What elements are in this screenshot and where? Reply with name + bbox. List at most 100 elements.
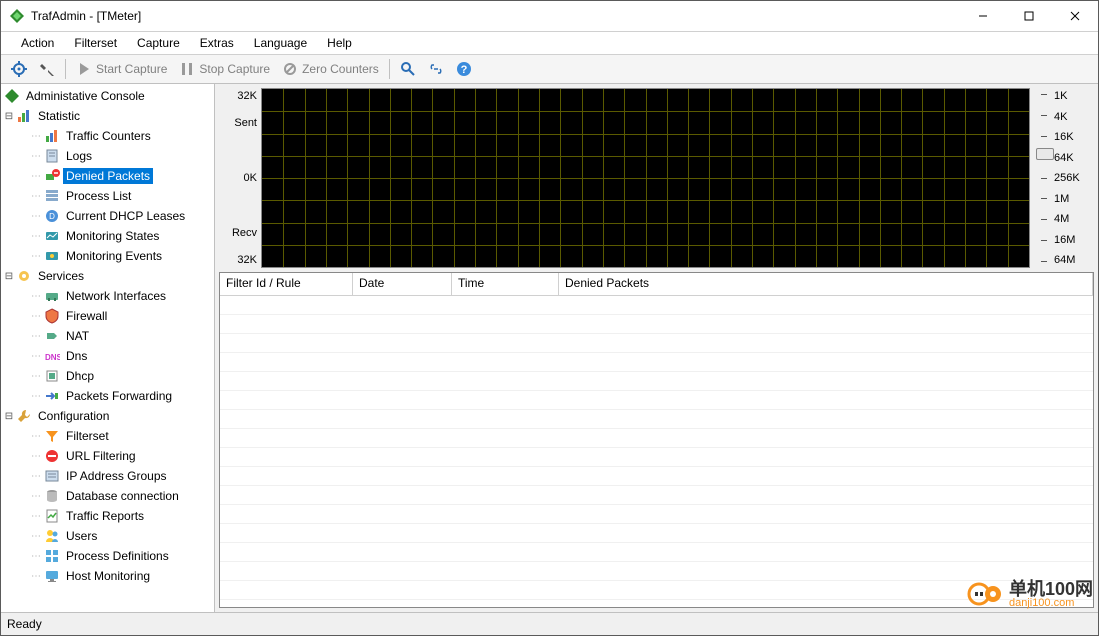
col-time[interactable]: Time — [452, 273, 559, 295]
tree-root[interactable]: Administative Console — [1, 86, 214, 106]
menu-help[interactable]: Help — [317, 34, 362, 52]
tree-item[interactable]: ⋯Process Definitions — [1, 546, 214, 566]
table-row[interactable] — [220, 334, 1093, 353]
tree-line: ⋯ — [29, 331, 43, 342]
menu-extras[interactable]: Extras — [190, 34, 244, 52]
menu-capture[interactable]: Capture — [127, 34, 190, 52]
app-icon — [9, 8, 25, 24]
tree-item-label: Denied Packets — [63, 168, 153, 184]
svg-text:?: ? — [460, 64, 467, 76]
tree-line: ⋯ — [29, 491, 43, 502]
table-row[interactable] — [220, 372, 1093, 391]
stop-capture-label: Stop Capture — [199, 62, 270, 76]
table-row[interactable] — [220, 315, 1093, 334]
tree-item-icon — [44, 548, 60, 564]
table-row[interactable] — [220, 467, 1093, 486]
link-button[interactable] — [424, 59, 448, 79]
collapse-icon[interactable]: ⊟ — [3, 111, 15, 122]
tree-configuration-label: Configuration — [35, 408, 112, 424]
table-row[interactable] — [220, 543, 1093, 562]
collapse-icon[interactable]: ⊟ — [3, 271, 15, 282]
maximize-button[interactable] — [1006, 1, 1052, 31]
tree-item[interactable]: ⋯Traffic Counters — [1, 126, 214, 146]
col-denied-packets[interactable]: Denied Packets — [559, 273, 1093, 295]
table-row[interactable] — [220, 581, 1093, 600]
stop-capture-button[interactable]: Stop Capture — [175, 59, 274, 79]
chart-area: 32K Sent 0K Recv 32K 1K4K16K64K256K1M4M — [219, 88, 1094, 268]
traffic-chart: 32K Sent 0K Recv 32K — [219, 88, 1030, 268]
tree-item-icon — [44, 328, 60, 344]
table-row[interactable] — [220, 353, 1093, 372]
tree-item[interactable]: ⋯Monitoring States — [1, 226, 214, 246]
tree-node-configuration[interactable]: ⊟ Configuration — [1, 406, 214, 426]
table-row[interactable] — [220, 562, 1093, 581]
tree-item[interactable]: ⋯Traffic Reports — [1, 506, 214, 526]
tree-node-services[interactable]: ⊟ Services — [1, 266, 214, 286]
table-row[interactable] — [220, 391, 1093, 410]
col-date[interactable]: Date — [353, 273, 452, 295]
tree-item-icon — [44, 448, 60, 464]
table-row[interactable] — [220, 296, 1093, 315]
table-row[interactable] — [220, 524, 1093, 543]
tree-item[interactable]: ⋯Host Monitoring — [1, 566, 214, 586]
chart-canvas[interactable] — [261, 88, 1030, 268]
y-sent-max: 32K — [237, 90, 257, 102]
col-filter-id[interactable]: Filter Id / Rule — [220, 273, 353, 295]
tree-item[interactable]: ⋯Firewall — [1, 306, 214, 326]
table-row[interactable] — [220, 505, 1093, 524]
scale-track[interactable] — [1034, 88, 1054, 268]
table-row[interactable] — [220, 448, 1093, 467]
menu-language[interactable]: Language — [244, 34, 317, 52]
scale-thumb[interactable] — [1036, 148, 1054, 160]
tree-item[interactable]: ⋯IP Address Groups — [1, 466, 214, 486]
close-button[interactable] — [1052, 1, 1098, 31]
tree-item[interactable]: ⋯DCurrent DHCP Leases — [1, 206, 214, 226]
tree-item[interactable]: ⋯Logs — [1, 146, 214, 166]
help-icon: ? — [456, 61, 472, 77]
tree-item-icon — [44, 388, 60, 404]
tools-button[interactable] — [35, 59, 59, 79]
search-button[interactable] — [396, 59, 420, 79]
tree-line: ⋯ — [29, 531, 43, 542]
tree-item[interactable]: ⋯Users — [1, 526, 214, 546]
status-text: Ready — [7, 617, 42, 631]
tree-item-label: IP Address Groups — [63, 468, 170, 484]
minimize-button[interactable] — [960, 1, 1006, 31]
tree-item[interactable]: ⋯URL Filtering — [1, 446, 214, 466]
tree-item[interactable]: ⋯Process List — [1, 186, 214, 206]
tree-node-statistic[interactable]: ⊟ Statistic — [1, 106, 214, 126]
start-capture-button[interactable]: Start Capture — [72, 59, 171, 79]
y-recv-label: Recv — [232, 227, 257, 239]
tree-panel[interactable]: Administative Console ⊟ Statistic ⋯Traff… — [1, 84, 215, 612]
tree-item-icon — [44, 148, 60, 164]
scale-label: 1M — [1054, 193, 1094, 205]
zero-counters-button[interactable]: Zero Counters — [278, 59, 383, 79]
tree-item[interactable]: ⋯DNSDns — [1, 346, 214, 366]
tree-item-icon — [44, 168, 60, 184]
collapse-icon[interactable]: ⊟ — [3, 411, 15, 422]
table-row[interactable] — [220, 486, 1093, 505]
window-title: TrafAdmin - [TMeter] — [31, 9, 960, 23]
menu-action[interactable]: Action — [11, 34, 64, 52]
menu-filterset[interactable]: Filterset — [64, 34, 127, 52]
table-row[interactable] — [220, 410, 1093, 429]
tree-item-label: Current DHCP Leases — [63, 208, 188, 224]
start-capture-label: Start Capture — [96, 62, 167, 76]
tree-item[interactable]: ⋯Network Interfaces — [1, 286, 214, 306]
tree-item[interactable]: ⋯Monitoring Events — [1, 246, 214, 266]
table-row[interactable] — [220, 429, 1093, 448]
tree-item[interactable]: ⋯Dhcp — [1, 366, 214, 386]
table-body[interactable] — [220, 296, 1093, 607]
console-icon — [4, 88, 20, 104]
tree-item[interactable]: ⋯Database connection — [1, 486, 214, 506]
tree-item[interactable]: ⋯Filterset — [1, 426, 214, 446]
tree-item[interactable]: ⋯Packets Forwarding — [1, 386, 214, 406]
scale-tick — [1041, 178, 1047, 179]
tree-root-label: Administative Console — [23, 88, 148, 104]
help-button[interactable]: ? — [452, 59, 476, 79]
scale-slider[interactable]: 1K4K16K64K256K1M4M16M64M — [1034, 88, 1094, 268]
tree-item[interactable]: ⋯NAT — [1, 326, 214, 346]
tree-item[interactable]: ⋯Denied Packets — [1, 166, 214, 186]
settings-button[interactable] — [7, 59, 31, 79]
scale-label: 64M — [1054, 254, 1094, 266]
